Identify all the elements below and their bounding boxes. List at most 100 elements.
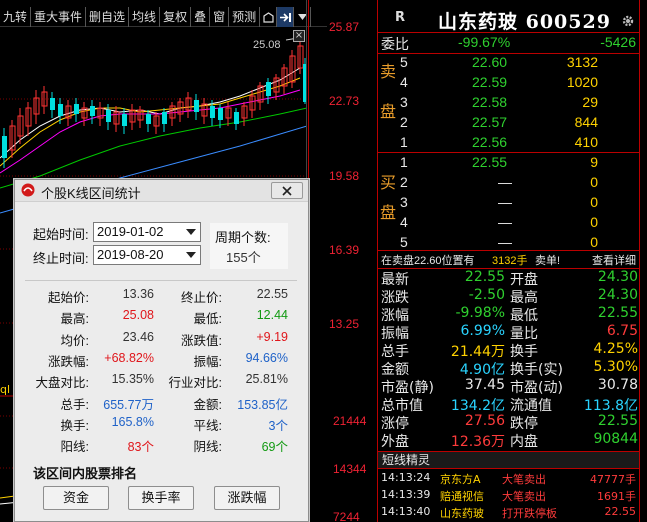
interval-stat-row: 阳线: 83个 阴线: 69个 [15, 436, 308, 457]
interval-stat-row: 起始价: 13.36 终止价: 22.55 [15, 287, 308, 308]
ranking-section-title: 该区间内股票排名 [33, 466, 138, 481]
interval-stat-row: 换手: 165.8% 平线: 3个 [15, 415, 308, 436]
sell-level-row: 2 22.57 844 [378, 114, 640, 134]
quote-stat-label: 涨幅 [381, 308, 409, 324]
interval-stats-dialog: 个股K线区间统计 起始时间: 2019-01-02 终止时间: 2019-08-… [14, 179, 309, 522]
sell-level-row: 3 22.58 29 [378, 94, 640, 114]
interval-stat-value: 25.81% [245, 372, 288, 387]
chevron-down-icon [186, 229, 196, 235]
end-date-label: 终止时间: [33, 251, 89, 266]
quote-stat-label: 跌停 [510, 416, 538, 432]
toolbar-button-overlay[interactable]: 叠 [191, 7, 211, 27]
toolbar-button-adjust[interactable]: 复权 [160, 7, 192, 27]
interval-stat-value: 153.85亿 [237, 397, 288, 412]
buy-level-number: 1 [400, 154, 408, 170]
alert-row[interactable]: 14:13:24 京东方A 大笔卖出 47777手 [378, 471, 640, 488]
quote-stat-value: 4.25% [593, 341, 638, 357]
quote-stat-row: 涨跌 -2.50 最高 24.30 [378, 287, 640, 306]
quote-stat-row: 最新 22.55 开盘 24.30 [378, 269, 640, 288]
buy-level-number: 5 [400, 234, 408, 250]
quote-stat-label: 开盘 [510, 272, 538, 288]
quote-stat-row: 振幅 6.99% 量比 6.75 [378, 323, 640, 342]
quote-stat-value: 4.90亿 [459, 362, 505, 378]
alert-stock-name: 京东方A [440, 473, 481, 486]
alert-time: 14:13:39 [381, 488, 431, 501]
period-count-box: 周期个数: 155个 [210, 223, 288, 269]
toolbar-button-window[interactable]: 窗 [210, 7, 230, 27]
alert-event: 大笔卖出 [502, 473, 546, 486]
interval-stat-label: 涨跌值: [181, 333, 222, 348]
buy-level-price: — [498, 174, 512, 190]
toolbar-button-forecast[interactable]: 预测 [229, 7, 261, 27]
quote-stat-label: 市盈(动) [510, 380, 563, 396]
order-ratio-row: 委比 -99.67% -5426 [378, 34, 640, 54]
quote-stat-label: 最新 [381, 272, 409, 288]
sell-level-price: 22.60 [472, 54, 508, 70]
quote-stat-value: 90844 [593, 431, 638, 447]
quote-stats: 最新 22.55 开盘 24.30 涨跌 -2.50 最高 24.30 涨幅 -9.98% 最低 22… [378, 269, 640, 450]
buy-level-volume: 9 [590, 154, 598, 170]
interval-stat-label: 换手: [60, 418, 89, 433]
sell-level-price: 22.59 [472, 74, 508, 90]
alert-time: 14:13:40 [381, 505, 431, 518]
buy-level-volume: 0 [590, 234, 598, 250]
dialog-divider [25, 280, 297, 281]
alert-volume: 47777手 [590, 473, 636, 486]
rank-by-change-button[interactable]: 涨跌幅 [214, 486, 280, 510]
order-alert-tag: 卖单! [535, 255, 561, 267]
close-icon[interactable]: × [293, 30, 305, 42]
end-date-select[interactable]: 2019-08-20 [93, 245, 201, 265]
quote-stat-label: 换手(实) [510, 362, 563, 378]
alert-row[interactable]: 14:13:39 赔通视信 大笔卖出 1691手 [378, 488, 640, 505]
toolbar-button-jiuzhuan[interactable]: 九转 [0, 7, 32, 27]
sell-level-price: 22.56 [472, 134, 508, 150]
sell-level-price: 22.57 [472, 114, 508, 130]
interval-stat-label: 大盘对比: [35, 376, 89, 391]
rank-by-turnover-button[interactable]: 换手率 [128, 486, 194, 510]
sell-level-number: 3 [400, 94, 408, 110]
expand-icon[interactable] [277, 7, 295, 27]
rights-badge: R [395, 10, 406, 25]
quote-stat-value: 134.2亿 [450, 398, 505, 414]
gear-icon[interactable] [621, 14, 635, 31]
quote-stat-value: 12.36万 [450, 434, 505, 450]
interval-stat-label: 平线: [193, 418, 222, 433]
toolbar-button-major-events[interactable]: 重大事件 [31, 7, 87, 27]
chevron-down-icon [186, 252, 196, 258]
alert-stock-name: 赔通视信 [440, 490, 484, 503]
quote-stat-label: 量比 [510, 326, 538, 342]
quote-stat-value: 22.55 [597, 305, 638, 321]
quote-panel: R 山东药玻 600529 委比 -99.67% -5426 卖盘 5 22.60… [377, 0, 640, 522]
interval-stat-label: 涨跌幅: [48, 354, 89, 369]
quote-stat-label: 总市值 [381, 398, 423, 414]
rank-by-capital-button[interactable]: 资金 [43, 486, 109, 510]
view-detail-link[interactable]: 查看详细 [592, 252, 636, 268]
interval-stat-row: 最高: 25.08 最低: 12.44 [15, 308, 308, 329]
interval-stat-value: 23.46 [122, 329, 154, 344]
quote-stat-label: 流通值 [510, 398, 552, 414]
app-logo-icon [21, 183, 35, 200]
chart-toolbar: 九转 重大事件 删自选 均线 复权 叠 窗 预测 [0, 7, 327, 27]
dialog-title: 个股K线区间统计 [41, 186, 141, 201]
order-alert-volume: 3132手 [492, 255, 528, 267]
dialog-titlebar[interactable]: 个股K线区间统计 [15, 180, 308, 202]
buy-level-price: 22.55 [472, 154, 508, 170]
order-alert-text: 在卖盘22.60位置有 [381, 255, 475, 267]
interval-stat-value: 13.36 [122, 287, 154, 301]
quote-stat-label: 振幅 [381, 326, 409, 342]
interval-stat-value: 69个 [261, 440, 288, 455]
quote-stat-value: 37.45 [464, 377, 505, 393]
interval-stat-value: 83个 [127, 440, 154, 455]
quote-stat-value: 113.8亿 [583, 398, 638, 414]
close-button[interactable] [271, 182, 303, 199]
interval-stat-label: 均价: [60, 333, 89, 348]
toolbar-button-remove-watchlist[interactable]: 删自选 [86, 7, 130, 27]
quote-stat-label: 涨停 [381, 416, 409, 432]
start-date-select[interactable]: 2019-01-02 [93, 222, 201, 242]
alert-row[interactable]: 14:13:40 山东药玻 打开跌停板 22.55 [378, 505, 640, 522]
buy-level-row: 5 — 0 [378, 234, 640, 254]
toolbar-button-moving-average[interactable]: 均线 [129, 7, 161, 27]
home-icon[interactable] [260, 7, 278, 27]
buy-level-volume: 0 [590, 174, 598, 190]
interval-stat-label: 总手: [60, 397, 89, 412]
